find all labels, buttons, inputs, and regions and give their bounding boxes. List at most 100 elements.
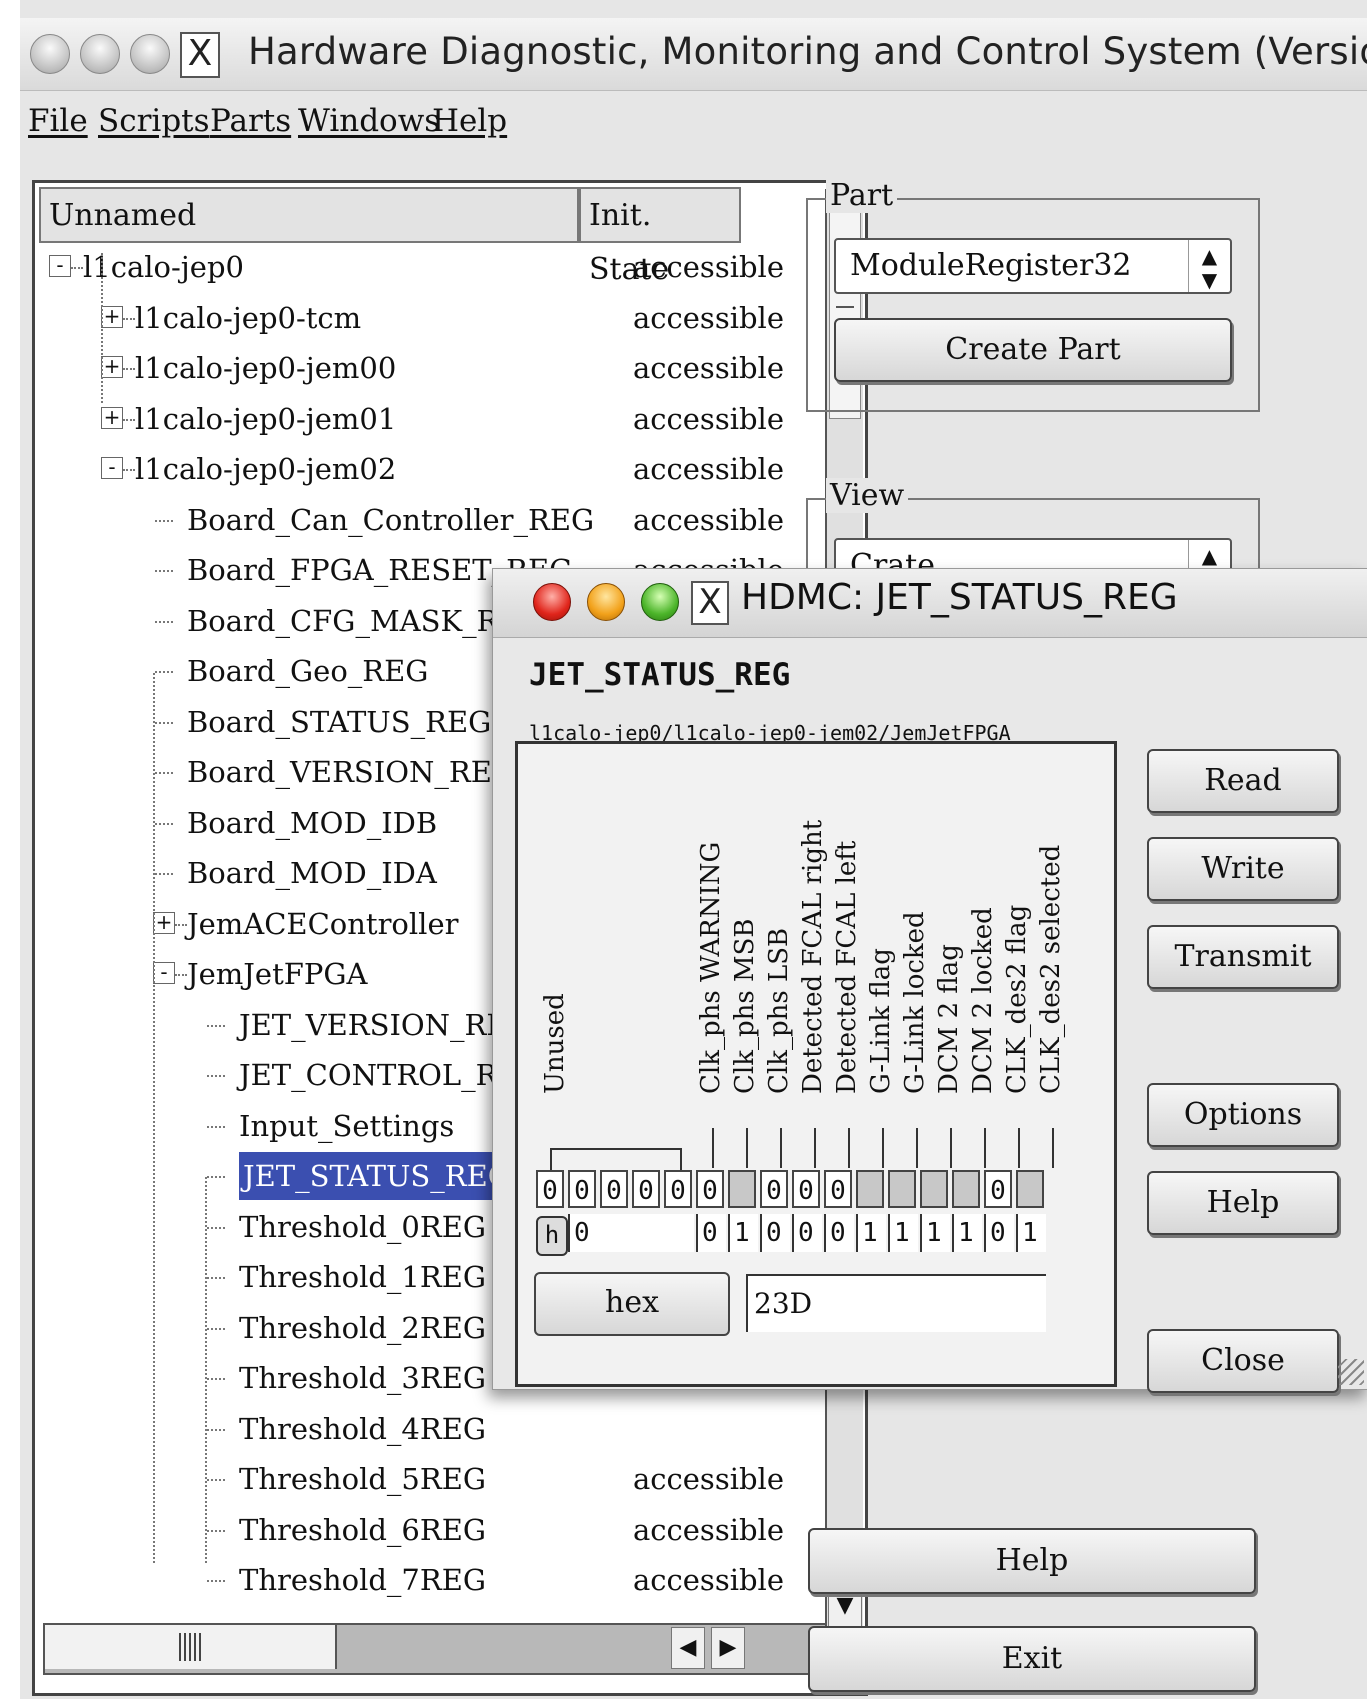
bit-cell[interactable]: 0 bbox=[664, 1170, 692, 1208]
menu-parts[interactable]: Parts bbox=[210, 103, 291, 139]
bit-cell[interactable]: 0 bbox=[632, 1170, 660, 1208]
title-bar: X Hardware Diagnostic, Monitoring and Co… bbox=[20, 18, 1367, 91]
format-button[interactable]: hex bbox=[534, 1272, 730, 1336]
field-value[interactable]: 0 bbox=[824, 1214, 854, 1252]
field-value[interactable]: 1 bbox=[920, 1214, 950, 1252]
help-button[interactable]: Help bbox=[808, 1528, 1256, 1594]
bit-cell[interactable]: 0 bbox=[568, 1170, 596, 1208]
tree-connector bbox=[207, 1327, 225, 1330]
bit-cell[interactable]: 1 bbox=[728, 1170, 756, 1208]
tree-row[interactable]: + l1calo-jep0-tcm accessible bbox=[35, 294, 815, 342]
tree-connector bbox=[207, 1024, 225, 1027]
collapse-icon[interactable]: - bbox=[101, 457, 123, 479]
menu-windows[interactable]: Windows bbox=[298, 103, 440, 139]
tree-item-label: Threshold_7REG bbox=[239, 1563, 487, 1597]
grip-icon bbox=[179, 1633, 201, 1661]
collapse-icon[interactable]: - bbox=[153, 962, 175, 984]
exit-button[interactable]: Exit bbox=[808, 1626, 1256, 1692]
tree-item-state: accessible bbox=[633, 401, 784, 436]
scroll-right-icon[interactable]: ▶ bbox=[711, 1627, 745, 1669]
field-value[interactable]: 1 bbox=[728, 1214, 758, 1252]
menu-scripts[interactable]: Scripts bbox=[98, 103, 210, 139]
unused-field-value[interactable]: 0 bbox=[568, 1214, 694, 1252]
bit-cell[interactable]: 0 bbox=[600, 1170, 628, 1208]
create-part-button[interactable]: Create Part bbox=[834, 318, 1232, 382]
bit-label: Unused bbox=[540, 993, 570, 1094]
close-dialog-icon[interactable] bbox=[533, 583, 571, 621]
field-value[interactable]: 0 bbox=[760, 1214, 790, 1252]
tree-item-label: JemACEController bbox=[187, 906, 459, 941]
bit-cell[interactable]: 1 bbox=[1016, 1170, 1044, 1208]
expand-icon[interactable]: + bbox=[101, 406, 123, 429]
options-button[interactable]: Options bbox=[1147, 1083, 1339, 1147]
bit-label: Detected FCAL left bbox=[832, 840, 862, 1094]
horizontal-scrollbar[interactable]: ◀ ▶ bbox=[43, 1623, 827, 1675]
tree-row[interactable]: + l1calo-jep0-jem01 accessible bbox=[35, 395, 815, 443]
bit-cell[interactable]: 1 bbox=[920, 1170, 948, 1208]
bit-cell[interactable]: 0 bbox=[760, 1170, 788, 1208]
tree-row[interactable]: Threshold_6REG accessible bbox=[35, 1506, 815, 1554]
scroll-left-icon[interactable]: ◀ bbox=[671, 1627, 705, 1669]
zoom-dialog-icon[interactable] bbox=[641, 583, 679, 621]
close-window-icon[interactable] bbox=[30, 34, 70, 74]
column-header-name[interactable]: Unnamed bbox=[39, 187, 579, 243]
tree-connector bbox=[155, 772, 173, 774]
minimize-window-icon[interactable] bbox=[80, 34, 120, 74]
bit-cell[interactable]: 0 bbox=[696, 1170, 724, 1208]
expand-icon[interactable]: + bbox=[153, 911, 175, 934]
bit-label: DCM 2 locked bbox=[968, 907, 998, 1094]
bit-label: Clk_phs MSB bbox=[730, 918, 760, 1095]
field-value[interactable]: 0 bbox=[984, 1214, 1014, 1252]
field-value[interactable]: 0 bbox=[792, 1214, 822, 1252]
collapse-icon[interactable]: - bbox=[49, 255, 71, 277]
menu-help[interactable]: Help bbox=[432, 103, 507, 139]
column-header-state[interactable]: Init. State bbox=[579, 187, 741, 287]
field-value[interactable]: 1 bbox=[1016, 1214, 1046, 1252]
part-select[interactable]: ModuleRegister32 ▲ ▼ bbox=[834, 238, 1232, 294]
tree-item-state: accessible bbox=[633, 300, 784, 335]
tree-item-label: Board_CFG_MASK_REG bbox=[187, 603, 543, 638]
dialog-title: HDMC: JET_STATUS_REG bbox=[741, 577, 1178, 618]
menu-file[interactable]: File bbox=[28, 103, 88, 139]
tree-row[interactable]: + l1calo-jep0-jem00 accessible bbox=[35, 344, 815, 392]
bit-tick bbox=[814, 1128, 816, 1168]
field-format-toggle[interactable]: h bbox=[536, 1216, 568, 1256]
tree-row[interactable]: Threshold_5REG accessible bbox=[35, 1455, 815, 1503]
tree-item-label: Threshold_5REG bbox=[239, 1462, 487, 1496]
bit-cell[interactable]: 1 bbox=[952, 1170, 980, 1208]
transmit-button[interactable]: Transmit bbox=[1147, 925, 1339, 989]
hex-value-input[interactable]: 23D bbox=[746, 1274, 1046, 1332]
expand-icon[interactable]: + bbox=[101, 356, 123, 378]
tree-item-label: l1calo-jep0-jem02 bbox=[135, 452, 397, 486]
bit-tick bbox=[984, 1128, 986, 1168]
expand-icon[interactable]: + bbox=[101, 305, 123, 328]
resize-grip-icon[interactable] bbox=[1338, 1359, 1364, 1385]
bit-cell[interactable]: 0 bbox=[536, 1170, 564, 1208]
tree-row[interactable]: Board_Can_Controller_REG accessible bbox=[35, 496, 815, 544]
close-button[interactable]: Close bbox=[1147, 1329, 1339, 1393]
bit-cell[interactable]: 1 bbox=[888, 1170, 916, 1208]
tree-row[interactable]: - l1calo-jep0 accessible bbox=[35, 243, 815, 291]
bit-cell[interactable]: 1 bbox=[856, 1170, 884, 1208]
zoom-window-icon[interactable] bbox=[130, 34, 170, 74]
dialog-help-button[interactable]: Help bbox=[1147, 1171, 1339, 1235]
tree-connector bbox=[205, 1177, 207, 1563]
tree-connector bbox=[207, 1529, 225, 1532]
bit-cell[interactable]: 0 bbox=[984, 1170, 1012, 1208]
bit-cell[interactable]: 0 bbox=[824, 1170, 852, 1208]
tree-row[interactable]: Threshold_7REG accessible bbox=[35, 1556, 815, 1604]
minimize-dialog-icon[interactable] bbox=[587, 583, 625, 621]
bit-cell[interactable]: 0 bbox=[792, 1170, 820, 1208]
tree-row[interactable]: - l1calo-jep0-jem02 accessible bbox=[35, 445, 815, 493]
field-value[interactable]: 1 bbox=[856, 1214, 886, 1252]
write-button[interactable]: Write bbox=[1147, 837, 1339, 901]
field-value[interactable]: 0 bbox=[696, 1214, 726, 1252]
read-button[interactable]: Read bbox=[1147, 749, 1339, 813]
hscroll-thumb[interactable] bbox=[45, 1625, 337, 1669]
field-value[interactable]: 1 bbox=[888, 1214, 918, 1252]
part-group: Part ModuleRegister32 ▲ ▼ Create Part bbox=[806, 178, 1260, 412]
field-value[interactable]: 1 bbox=[952, 1214, 982, 1252]
tree-row[interactable]: Threshold_4REG bbox=[35, 1405, 815, 1453]
tree-connector bbox=[153, 673, 155, 1563]
tree-item-label: Board_MOD_IDA bbox=[187, 856, 437, 890]
